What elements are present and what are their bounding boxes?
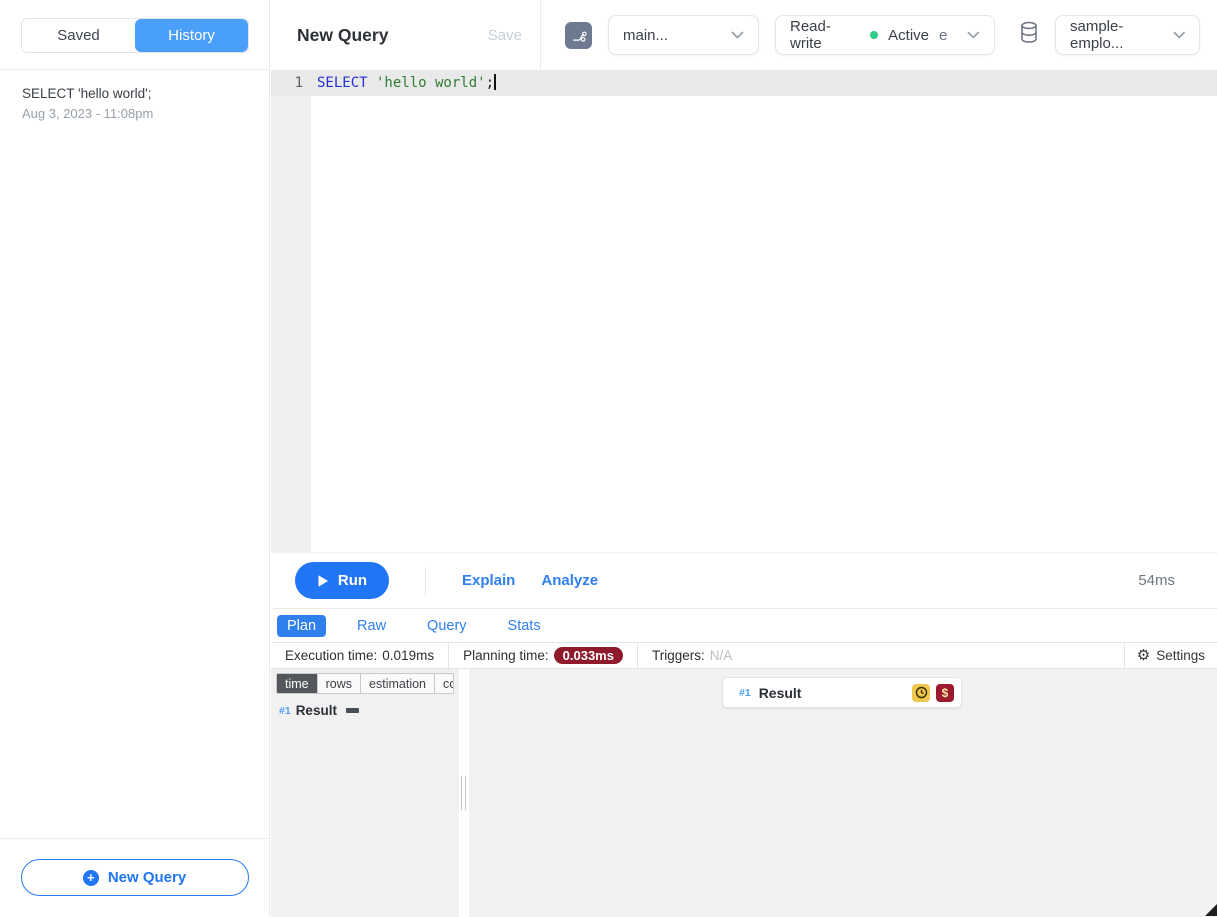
plan-tree-panel: time rows estimation cost #1 Result <box>271 669 459 917</box>
planning-time-badge: 0.033ms <box>554 647 623 664</box>
clock-icon <box>915 686 928 699</box>
money-cost-icon[interactable]: $ <box>936 684 954 702</box>
tab-saved[interactable]: Saved <box>22 19 135 52</box>
settings-button[interactable]: ⚙ Settings <box>1124 643 1217 668</box>
history-list-item[interactable]: SELECT 'hello world'; Aug 3, 2023 - 11:0… <box>0 70 269 121</box>
plan-diagram-node[interactable]: #1 Result $ <box>722 677 962 708</box>
planning-time-label: Planning time: <box>463 648 549 663</box>
sql-editor[interactable]: 1 SELECT 'hello world'; <box>271 70 1217 552</box>
drag-handle-icon <box>461 776 466 810</box>
main-header: New Query Save main... <box>271 0 1217 70</box>
query-tool-window: Saved History SELECT 'hello world'; Aug … <box>0 0 1217 916</box>
plus-icon: + <box>83 870 99 886</box>
toolbar-divider <box>425 567 426 595</box>
tab-stats[interactable]: Stats <box>498 615 551 637</box>
saved-history-toggle: Saved History <box>21 18 249 53</box>
editor-gutter <box>271 70 311 552</box>
sql-string: 'hello world' <box>368 75 486 91</box>
plan-node-name: Result <box>296 703 337 718</box>
stats-bar: Execution time: 0.019ms Planning time: 0… <box>271 642 1217 669</box>
query-duration: 54ms <box>1138 572 1175 589</box>
explain-button[interactable]: Explain <box>462 572 515 589</box>
execution-time-stat: Execution time: 0.019ms <box>271 643 448 668</box>
results-panel: Plan Raw Query Stats Execution time: 0.0… <box>271 608 1217 916</box>
plan-diagram-canvas[interactable]: #1 Result $ <box>469 669 1217 917</box>
connection-status-label: Active <box>888 27 929 44</box>
analyze-button[interactable]: Analyze <box>541 572 598 589</box>
resize-grip-icon[interactable] <box>1205 904 1217 916</box>
plan-node-name: Result <box>759 685 802 701</box>
execution-time-label: Execution time: <box>285 648 377 663</box>
run-toolbar: Run Explain Analyze 54ms <box>271 552 1217 608</box>
save-button[interactable]: Save <box>488 27 522 44</box>
plan-node-id: #1 <box>739 687 751 699</box>
tab-raw[interactable]: Raw <box>347 615 396 637</box>
new-query-button-label: New Query <box>108 869 186 886</box>
time-cost-icon[interactable] <box>912 684 930 702</box>
sidebar-footer: + New Query <box>0 838 269 916</box>
plan-area: time rows estimation cost #1 Result <box>271 669 1217 917</box>
plan-tree-node[interactable]: #1 Result <box>276 703 459 718</box>
plan-time-bar <box>346 708 359 713</box>
database-icon <box>1019 21 1039 49</box>
connection-mode-label: Read-write <box>790 18 860 52</box>
plan-metric-tabs: time rows estimation cost <box>276 673 454 694</box>
sql-punctuation: ; <box>486 75 494 91</box>
triggers-stat: Triggers: N/A <box>637 643 746 668</box>
branch-dropdown-value: main... <box>623 27 668 44</box>
metric-tab-time[interactable]: time <box>277 674 317 693</box>
connection-dropdown[interactable]: Read-write Active e <box>775 15 995 55</box>
settings-label: Settings <box>1156 648 1205 663</box>
text-cursor <box>494 74 496 90</box>
run-button[interactable]: Run <box>295 562 389 599</box>
play-icon <box>317 574 329 588</box>
tab-query[interactable]: Query <box>417 615 477 637</box>
line-number: 1 <box>271 70 303 96</box>
gear-icon: ⚙ <box>1137 648 1150 663</box>
code-line[interactable]: SELECT 'hello world'; <box>317 70 496 96</box>
planning-time-stat: Planning time: 0.033ms <box>448 643 637 668</box>
query-header: New Query Save <box>271 0 541 70</box>
sql-keyword: SELECT <box>317 75 368 91</box>
tab-history[interactable]: History <box>135 19 248 52</box>
sidebar-header: Saved History <box>0 0 269 70</box>
database-dropdown[interactable]: sample-emplo... <box>1055 15 1200 55</box>
new-query-button[interactable]: + New Query <box>21 859 249 896</box>
history-query-text: SELECT 'hello world'; <box>22 86 247 101</box>
branch-icon[interactable] <box>565 22 592 49</box>
branch-dropdown[interactable]: main... <box>608 15 759 55</box>
metric-tab-estimation[interactable]: estimation <box>360 674 434 693</box>
run-button-label: Run <box>338 572 367 589</box>
execution-time-value: 0.019ms <box>382 648 434 663</box>
chevron-down-icon <box>731 31 744 39</box>
triggers-value: N/A <box>710 648 733 663</box>
tab-plan[interactable]: Plan <box>277 615 326 637</box>
sidebar: Saved History SELECT 'hello world'; Aug … <box>0 0 270 916</box>
database-dropdown-value: sample-emplo... <box>1070 18 1173 52</box>
status-dot-icon <box>870 31 878 39</box>
panel-resize-handle[interactable] <box>459 669 469 917</box>
history-timestamp: Aug 3, 2023 - 11:08pm <box>22 106 247 121</box>
page-title: New Query <box>297 25 388 46</box>
connection-bar: main... Read-write Active e <box>541 0 1217 70</box>
plan-node-id: #1 <box>279 705 291 717</box>
metric-tab-cost[interactable]: cost <box>434 674 454 693</box>
results-tabs: Plan Raw Query Stats <box>271 609 1217 642</box>
connection-suffix: e <box>939 27 947 44</box>
triggers-label: Triggers: <box>652 648 705 663</box>
chevron-down-icon <box>1173 31 1185 39</box>
metric-tab-rows[interactable]: rows <box>317 674 360 693</box>
chevron-down-icon <box>967 31 980 39</box>
main-pane: New Query Save main... <box>271 0 1217 916</box>
